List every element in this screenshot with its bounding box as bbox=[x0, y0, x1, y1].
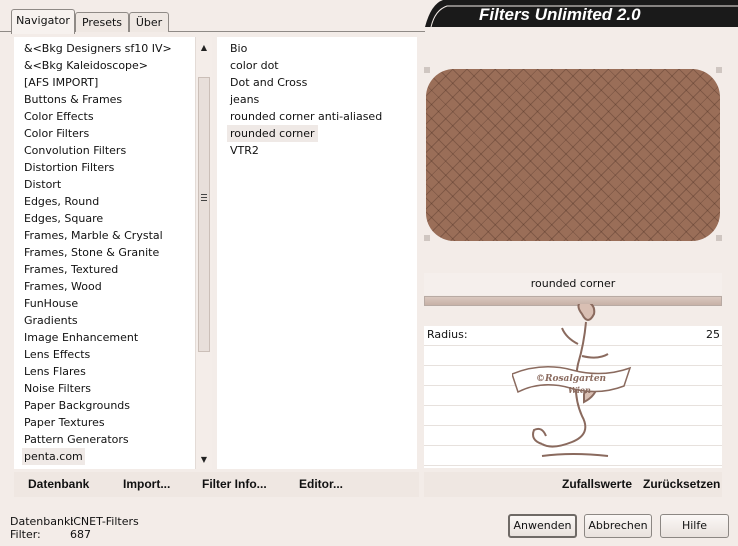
preview-handle-bl bbox=[424, 235, 430, 241]
tab-presets[interactable]: Presets bbox=[75, 12, 129, 32]
category-scrollbar[interactable]: ▲ ▼ bbox=[195, 37, 212, 469]
selected-filter-name: rounded corner bbox=[424, 273, 722, 295]
category-item[interactable]: Noise Filters bbox=[22, 380, 93, 397]
filter-item[interactable]: VTR2 bbox=[227, 142, 262, 159]
scroll-up-arrow-icon[interactable]: ▲ bbox=[196, 41, 212, 55]
category-item[interactable]: Convolution Filters bbox=[22, 142, 128, 159]
status-filter: Filter: 687 bbox=[10, 528, 91, 541]
category-item[interactable]: Edges, Round bbox=[22, 193, 101, 210]
filter-item[interactable]: rounded corner bbox=[227, 125, 318, 142]
filter-list[interactable]: Bio color dot Dot and Cross jeans rounded co… bbox=[217, 37, 417, 469]
category-item[interactable]: Frames, Marble & Crystal bbox=[22, 227, 165, 244]
filter-item[interactable]: jeans bbox=[227, 91, 262, 108]
right-toolbar: Zufallswerte Zurücksetzen bbox=[424, 472, 722, 497]
apply-button[interactable]: Anwenden bbox=[508, 514, 577, 538]
category-item[interactable]: Color Effects bbox=[22, 108, 96, 125]
help-button[interactable]: Hilfe bbox=[660, 514, 729, 538]
category-item[interactable]: Distortion Filters bbox=[22, 159, 116, 176]
preview-panel bbox=[424, 37, 722, 269]
category-item[interactable]: Frames, Textured bbox=[22, 261, 120, 278]
param-value: 25 bbox=[706, 328, 720, 341]
category-item[interactable]: penta.com bbox=[22, 448, 85, 465]
filter-item[interactable]: Bio bbox=[227, 40, 250, 57]
cancel-button[interactable]: Abbrechen bbox=[584, 514, 652, 538]
watermark-line2: Wien bbox=[568, 385, 591, 395]
status-database-value: ICNET-Filters bbox=[70, 515, 139, 528]
filter-item[interactable]: color dot bbox=[227, 57, 282, 74]
filter-info-button[interactable]: Filter Info... bbox=[202, 477, 267, 491]
editor-button[interactable]: Editor... bbox=[299, 477, 343, 491]
category-item[interactable]: Frames, Wood bbox=[22, 278, 104, 295]
category-item[interactable]: Pattern Generators bbox=[22, 431, 131, 448]
category-item[interactable]: Paper Backgrounds bbox=[22, 397, 132, 414]
database-button[interactable]: Datenbank bbox=[28, 477, 89, 491]
parameter-panel: Radius: 25 ©Rosalgarten Wien bbox=[424, 304, 722, 468]
scroll-thumb[interactable] bbox=[198, 77, 210, 352]
tab-navigator[interactable]: Navigator bbox=[11, 9, 75, 34]
status-database: Datenbank: ICNET-Filters bbox=[10, 515, 139, 528]
tab-uber[interactable]: Über bbox=[129, 12, 169, 32]
filter-item[interactable]: Dot and Cross bbox=[227, 74, 310, 91]
category-item[interactable]: Edges, Square bbox=[22, 210, 105, 227]
category-item[interactable]: &<Bkg Designers sf10 IV> bbox=[22, 40, 174, 57]
category-item[interactable]: Image Enhancement bbox=[22, 329, 140, 346]
status-filter-label: Filter: bbox=[10, 528, 41, 541]
left-toolbar: Datenbank Import... Filter Info... Edito… bbox=[14, 472, 419, 497]
category-item[interactable]: &<Bkg Kaleidoscope> bbox=[22, 57, 150, 74]
category-item[interactable]: Distort bbox=[22, 176, 63, 193]
param-label: Radius: bbox=[427, 328, 468, 341]
random-values-button[interactable]: Zufallswerte bbox=[562, 477, 632, 491]
category-list[interactable]: &<Bkg Designers sf10 IV> &<Bkg Kaleidosco… bbox=[14, 37, 210, 469]
preview-image bbox=[426, 69, 720, 241]
category-item[interactable]: Lens Flares bbox=[22, 363, 88, 380]
preview-handle-tr bbox=[716, 67, 722, 73]
import-button[interactable]: Import... bbox=[123, 477, 170, 491]
category-item[interactable]: Frames, Stone & Granite bbox=[22, 244, 161, 261]
status-database-label: Datenbank: bbox=[10, 515, 75, 528]
filter-item[interactable]: rounded corner anti-aliased bbox=[227, 108, 385, 125]
category-item[interactable]: [AFS IMPORT] bbox=[22, 74, 100, 91]
title-banner: Filters Unlimited 2.0 bbox=[425, 0, 738, 27]
category-item[interactable]: Buttons & Frames bbox=[22, 91, 124, 108]
category-item[interactable]: FunHouse bbox=[22, 295, 80, 312]
reset-button[interactable]: Zurücksetzen bbox=[643, 477, 720, 491]
preview-handle-br bbox=[716, 235, 722, 241]
category-item[interactable]: Gradients bbox=[22, 312, 80, 329]
watermark-logo: ©Rosalgarten Wien bbox=[512, 304, 632, 457]
preview-handle-tl bbox=[424, 67, 430, 73]
scroll-down-arrow-icon[interactable]: ▼ bbox=[196, 453, 212, 467]
watermark-line1: ©Rosalgarten bbox=[536, 374, 606, 384]
status-filter-value: 687 bbox=[70, 528, 91, 541]
category-item[interactable]: Color Filters bbox=[22, 125, 91, 142]
app-title: Filters Unlimited 2.0 bbox=[479, 5, 641, 24]
category-item[interactable]: Paper Textures bbox=[22, 414, 107, 431]
category-item[interactable]: Lens Effects bbox=[22, 346, 92, 363]
